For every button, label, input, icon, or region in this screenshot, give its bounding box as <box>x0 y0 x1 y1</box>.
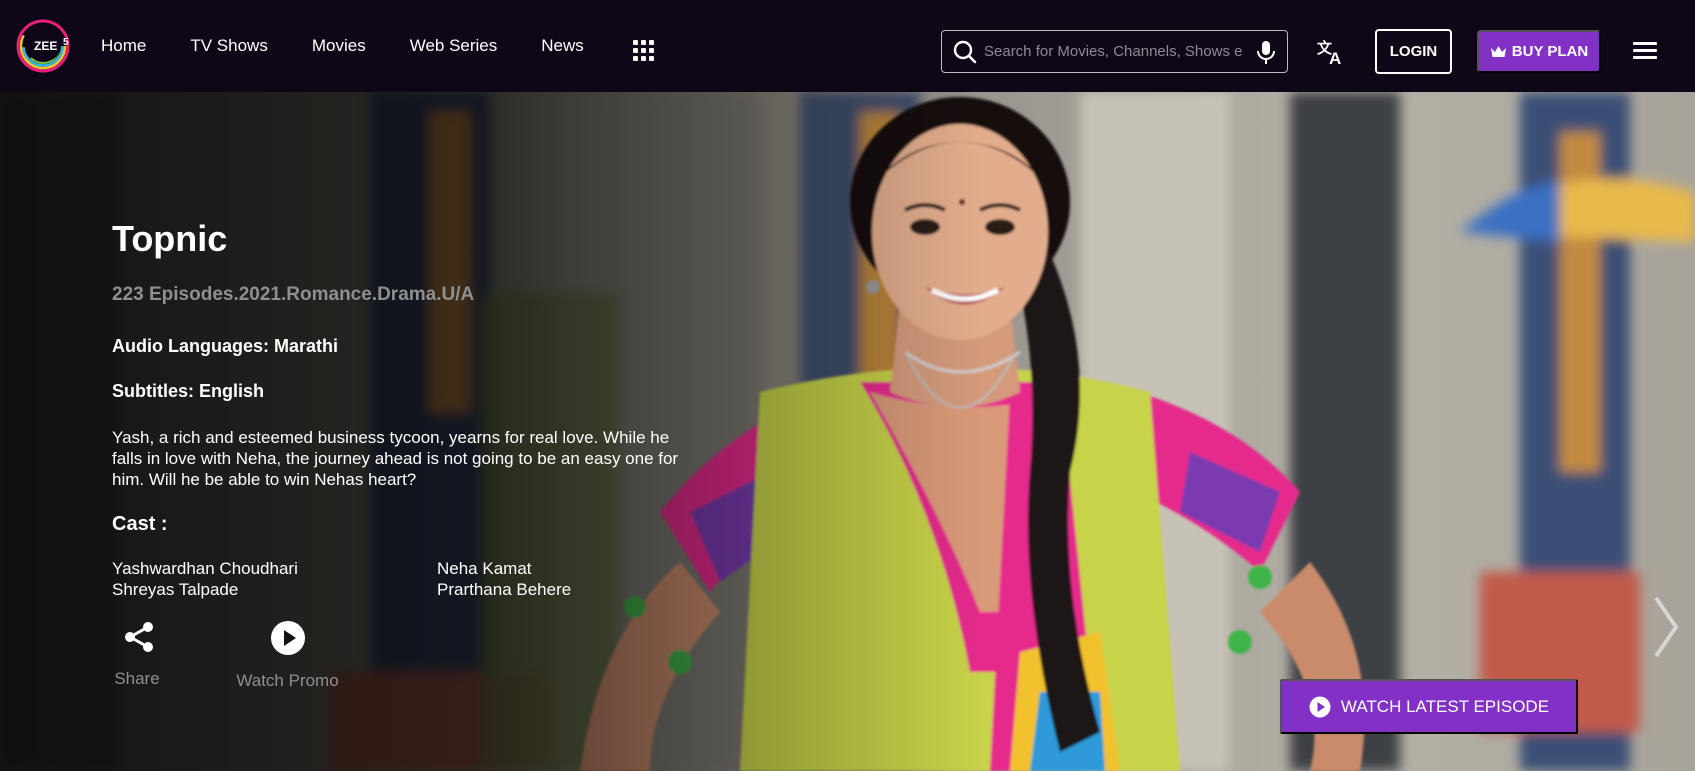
search-icon[interactable] <box>952 39 978 65</box>
cast-member[interactable]: Yashwardhan Choudhari <box>112 558 437 579</box>
cast-member[interactable]: Neha Kamat <box>437 558 672 579</box>
top-navigation-bar: ZEE 5 Home TV Shows Movies Web Series Ne… <box>0 0 1695 92</box>
nav-item-movies[interactable]: Movies <box>312 36 366 56</box>
search-box <box>941 30 1288 73</box>
show-hero-banner: Topnic 223 Episodes.2021.Romance.Drama.U… <box>0 92 1695 771</box>
cast-member[interactable]: Shreyas Talpade <box>112 579 437 600</box>
audio-languages: Audio Languages: Marathi <box>112 336 339 356</box>
watch-promo-label: Watch Promo <box>236 671 339 690</box>
svg-text:A: A <box>1329 49 1341 66</box>
logo-sup: 5 <box>63 37 69 48</box>
mic-icon[interactable] <box>1255 39 1277 65</box>
zee5-logo[interactable]: ZEE 5 <box>16 17 76 75</box>
nav-item-web-series[interactable]: Web Series <box>410 36 498 56</box>
nav-item-news[interactable]: News <box>541 36 584 56</box>
watch-latest-episode-button[interactable]: WATCH LATEST EPISODE <box>1280 679 1578 734</box>
play-icon <box>1309 696 1331 717</box>
play-icon <box>270 621 305 655</box>
main-nav: Home TV Shows Movies Web Series News <box>101 0 628 92</box>
apps-grid-icon[interactable] <box>633 40 654 61</box>
subtitles: Subtitles: English <box>112 381 265 401</box>
hamburger-icon[interactable] <box>1633 42 1657 60</box>
chevron-right-icon[interactable] <box>1650 592 1680 662</box>
translate-icon[interactable]: 文 A <box>1316 36 1346 66</box>
crown-icon <box>1490 45 1506 57</box>
cast-heading: Cast : <box>112 513 168 535</box>
nav-item-tv-shows[interactable]: TV Shows <box>190 36 267 56</box>
logo-text: ZEE <box>34 39 57 53</box>
buy-plan-button[interactable]: BUY PLAN <box>1477 30 1601 73</box>
show-title: Topnic <box>112 218 228 259</box>
show-meta: 223 Episodes.2021.Romance.Drama.U/A <box>112 284 475 305</box>
buy-plan-label: BUY PLAN <box>1511 43 1589 60</box>
watch-promo-button[interactable]: Watch Promo <box>230 620 345 691</box>
login-button[interactable]: LOGIN <box>1375 29 1452 74</box>
watch-latest-label: WATCH LATEST EPISODE <box>1340 696 1550 716</box>
show-description: Yash, a rich and esteemed business tycoo… <box>112 428 679 489</box>
share-icon <box>125 622 153 652</box>
nav-item-home[interactable]: Home <box>101 36 146 56</box>
share-button[interactable]: Share <box>112 620 162 689</box>
search-input[interactable] <box>984 43 1255 60</box>
share-label: Share <box>114 669 160 688</box>
cast-member[interactable]: Prarthana Behere <box>437 579 672 600</box>
cast-list: Yashwardhan Choudhari Neha Kamat Shreyas… <box>112 558 672 600</box>
